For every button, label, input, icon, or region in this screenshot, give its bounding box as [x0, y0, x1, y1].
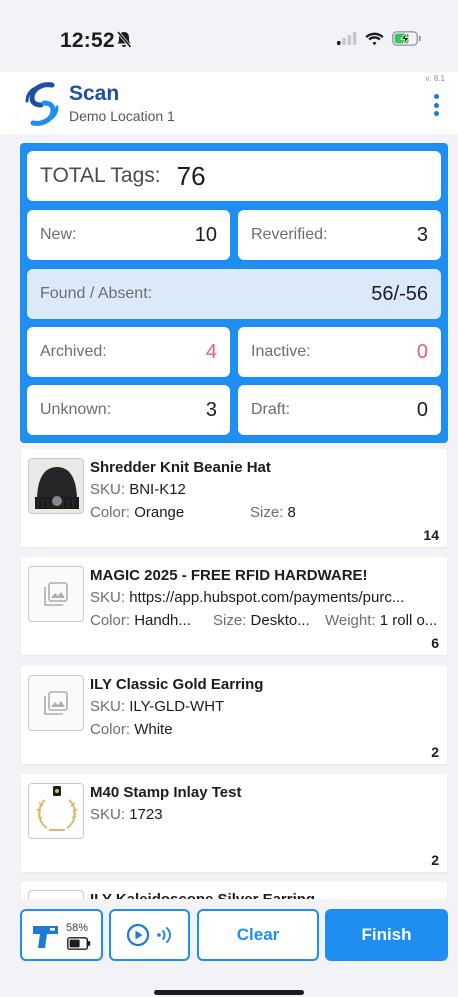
draft-tags-box[interactable]: Draft: 0 — [238, 385, 441, 435]
reverified-value: 3 — [416, 223, 428, 246]
item-sku: SKU: 1723 — [90, 806, 163, 823]
battery-charging-icon — [392, 31, 421, 46]
inactive-value: 0 — [416, 340, 428, 363]
scan-stats-panel: TOTAL Tags: 76 New: 10 Reverified: 3 Fou… — [20, 143, 448, 443]
list-item[interactable]: MAGIC 2025 - FREE RFID HARDWARE! SKU: ht… — [21, 557, 447, 655]
item-name: MAGIC 2025 - FREE RFID HARDWARE! — [90, 567, 368, 584]
app-header: Scan Demo Location 1 v: 8.1 — [0, 72, 458, 134]
found-absent-box[interactable]: Found / Absent: 56/-56 — [27, 269, 441, 319]
item-color: Color: White — [90, 721, 173, 738]
rfid-reader-icon — [32, 924, 60, 955]
reverified-tags-box[interactable]: Reverified: 3 — [238, 210, 441, 260]
found-absent-value: 56/-56 — [371, 282, 428, 305]
item-name: Shredder Knit Beanie Hat — [90, 459, 271, 476]
item-sku: SKU: BNI-K12 — [90, 481, 186, 498]
unknown-tags-box[interactable]: Unknown: 3 — [27, 385, 230, 435]
reader-device-button[interactable]: 58% — [20, 909, 103, 961]
draft-label: Draft: — [251, 401, 291, 418]
item-sku: SKU: https://app.hubspot.com/payments/pu… — [90, 589, 405, 606]
reverified-label: Reverified: — [251, 226, 328, 243]
item-weight: Weight: 1 roll o... — [325, 612, 438, 629]
wifi-icon — [365, 32, 384, 45]
inactive-label: Inactive: — [251, 343, 311, 360]
location-name: Demo Location 1 — [69, 108, 175, 124]
item-count: 2 — [431, 852, 439, 868]
status-indicators — [337, 31, 422, 46]
item-name: M40 Stamp Inlay Test — [90, 784, 242, 801]
menu-dots-icon[interactable] — [432, 94, 440, 116]
item-color: Color: Handh... — [90, 612, 191, 629]
list-item[interactable]: Shredder Knit Beanie Hat SKU: BNI-K12 Co… — [21, 449, 447, 547]
play-icon — [126, 923, 149, 947]
item-count: 6 — [431, 635, 439, 651]
archived-label: Archived: — [40, 343, 107, 360]
bell-slash-icon — [116, 31, 132, 54]
item-size: Size: Deskto... — [213, 612, 310, 629]
inactive-tags-box[interactable]: Inactive: 0 — [238, 327, 441, 377]
new-value: 10 — [194, 223, 217, 246]
status-time: 12:52 — [60, 29, 115, 52]
item-size: Size: 8 — [250, 504, 296, 521]
product-image — [28, 458, 84, 514]
item-sku: SKU: ILY-GLD-WHT — [90, 698, 225, 715]
new-label: New: — [40, 226, 77, 243]
start-scan-button[interactable] — [109, 909, 190, 961]
total-tags-value: 76 — [176, 160, 206, 191]
finish-button[interactable]: Finish — [325, 909, 448, 961]
total-tags-label: TOTAL Tags: — [40, 164, 161, 187]
bottom-action-bar: 58% Clear Finish — [0, 899, 458, 997]
page-title: Scan — [69, 82, 120, 105]
item-name: ILY Classic Gold Earring — [90, 676, 264, 693]
unknown-value: 3 — [205, 398, 217, 421]
item-count: 14 — [423, 527, 439, 543]
archived-value: 4 — [205, 340, 217, 363]
status-bar: 12:52 — [0, 0, 458, 72]
new-tags-box[interactable]: New: 10 — [27, 210, 230, 260]
item-count: 2 — [431, 744, 439, 760]
battery-icon — [67, 937, 91, 955]
image-placeholder-icon — [28, 675, 84, 731]
clear-button[interactable]: Clear — [197, 909, 319, 961]
list-item[interactable]: M40 Stamp Inlay Test SKU: 1723 2 — [21, 774, 447, 872]
found-absent-label: Found / Absent: — [40, 285, 153, 302]
product-image — [28, 783, 84, 839]
item-color: Color: Orange — [90, 504, 185, 521]
version-label: v: 8.1 — [425, 74, 445, 83]
archived-tags-box[interactable]: Archived: 4 — [27, 327, 230, 377]
signal-icon — [337, 32, 357, 45]
unknown-label: Unknown: — [40, 401, 112, 418]
home-indicator — [154, 990, 304, 995]
draft-value: 0 — [416, 398, 428, 421]
total-tags-box: TOTAL Tags: 76 — [27, 151, 441, 201]
app-logo-icon — [24, 79, 60, 129]
battery-percentage: 58% — [66, 922, 89, 934]
list-item[interactable]: ILY Classic Gold Earring SKU: ILY-GLD-WH… — [21, 666, 447, 764]
rfid-signal-icon — [156, 927, 171, 943]
image-placeholder-icon — [28, 566, 84, 622]
